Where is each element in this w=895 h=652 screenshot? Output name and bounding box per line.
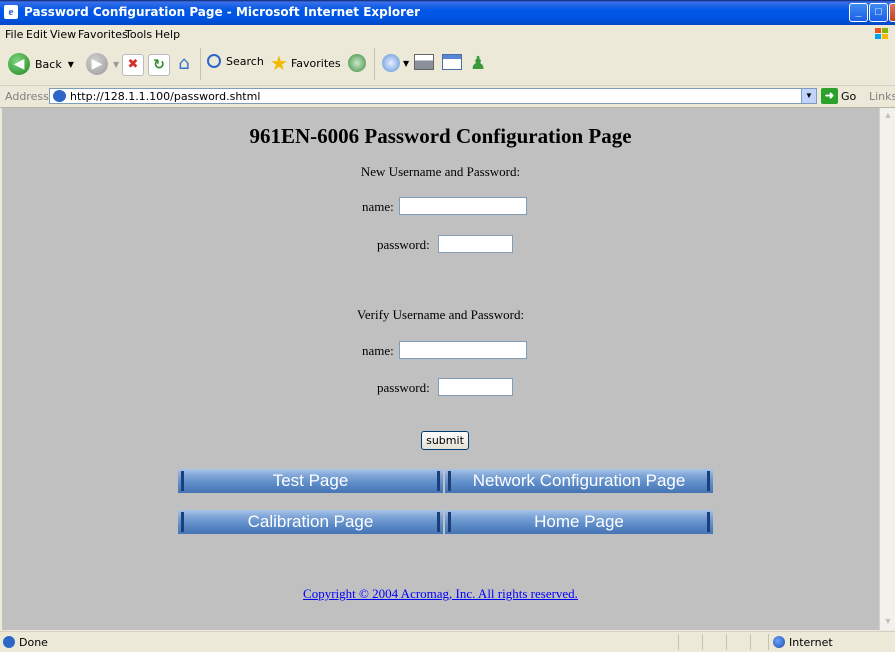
favorites-icon: ★ — [270, 51, 288, 75]
refresh-button[interactable]: ↻ — [148, 54, 170, 76]
windows-logo-icon — [875, 28, 888, 39]
forward-icon: ▶ — [86, 53, 108, 75]
menu-file[interactable]: File — [5, 28, 23, 41]
messenger-button[interactable]: ♟ — [470, 53, 486, 74]
back-button[interactable]: ◀ Back ▼ — [8, 53, 74, 75]
copyright-link[interactable]: Copyright © 2004 Acromag, Inc. All right… — [2, 586, 879, 602]
history-button[interactable] — [348, 54, 366, 72]
window-title: Password Configuration Page - Microsoft … — [24, 5, 421, 19]
status-text: Done — [19, 636, 48, 649]
title-bar: e Password Configuration Page - Microsof… — [0, 0, 895, 25]
back-label: Back — [35, 57, 62, 71]
calibration-page-button[interactable]: Calibration Page — [178, 510, 443, 534]
verify-name-input[interactable] — [399, 341, 527, 359]
forward-dropdown-icon[interactable]: ▼ — [113, 60, 119, 69]
links-button[interactable]: Links — [869, 90, 895, 103]
back-dropdown-icon[interactable]: ▼ — [68, 60, 74, 69]
address-url[interactable]: http://128.1.1.100/password.shtml — [70, 90, 260, 103]
submit-button[interactable]: submit — [421, 431, 469, 450]
print-icon — [414, 54, 434, 70]
page-content: 961EN-6006 Password Configuration Page N… — [2, 108, 879, 630]
home-icon: ⌂ — [178, 53, 190, 74]
home-button[interactable]: ⌂ — [174, 54, 194, 74]
verify-name-label: name: — [362, 343, 394, 358]
favorites-label: Favorites — [290, 56, 341, 70]
status-bar: Done Internet — [0, 631, 895, 652]
mail-dropdown-icon[interactable]: ▼ — [403, 59, 409, 68]
internet-zone-icon — [773, 636, 785, 648]
address-input[interactable]: http://128.1.1.100/password.shtml ▼ — [49, 88, 817, 104]
security-zone-label: Internet — [789, 636, 833, 649]
menu-bar: File Edit View Favorites Tools Help — [0, 25, 895, 45]
ie-app-icon[interactable]: e — [4, 5, 18, 19]
verify-credentials-heading: Verify Username and Password: — [356, 307, 525, 322]
search-label: Search — [226, 54, 264, 68]
network-configuration-button[interactable]: Network Configuration Page — [445, 469, 713, 493]
scroll-up-icon[interactable]: ▲ — [882, 110, 894, 122]
menu-view[interactable]: View — [50, 28, 76, 41]
page-heading: 961EN-6006 Password Configuration Page — [249, 124, 632, 148]
address-bar: Address http://128.1.1.100/password.shtm… — [0, 86, 895, 108]
refresh-icon: ↻ — [148, 54, 170, 76]
new-name-label: name: — [362, 199, 394, 214]
verify-password-label: password: — [377, 380, 430, 395]
address-dropdown-icon[interactable]: ▼ — [801, 89, 816, 103]
new-credentials-heading: New Username and Password: — [360, 164, 521, 179]
forward-button[interactable]: ▶ ▼ — [86, 53, 119, 75]
page-done-icon — [3, 636, 15, 648]
stop-button[interactable]: ✖ — [122, 54, 144, 76]
minimize-button[interactable]: _ — [849, 3, 868, 22]
menu-tools[interactable]: Tools — [125, 28, 152, 41]
scroll-down-icon[interactable]: ▼ — [882, 616, 894, 628]
edit-icon — [442, 54, 462, 70]
new-name-input[interactable] — [399, 197, 527, 215]
print-button[interactable] — [414, 54, 434, 70]
menu-help[interactable]: Help — [155, 28, 180, 41]
vertical-scrollbar[interactable]: ▲ ▼ — [879, 108, 895, 630]
menu-edit[interactable]: Edit — [26, 28, 47, 41]
close-button[interactable]: X — [889, 3, 895, 22]
test-page-button[interactable]: Test Page — [178, 469, 443, 493]
edit-button[interactable] — [442, 54, 462, 70]
mail-icon — [382, 54, 400, 72]
favorites-button[interactable]: ★ Favorites — [270, 53, 341, 73]
go-arrow-icon[interactable]: ➜ — [821, 88, 838, 104]
back-icon: ◀ — [8, 53, 30, 75]
history-icon — [348, 54, 366, 72]
page-icon — [53, 90, 66, 102]
home-page-button[interactable]: Home Page — [445, 510, 713, 534]
address-label: Address — [5, 90, 49, 103]
new-password-label: password: — [377, 237, 430, 252]
menu-favorites[interactable]: Favorites — [78, 28, 128, 41]
maximize-button[interactable]: □ — [869, 3, 888, 22]
go-button[interactable]: Go — [841, 90, 856, 103]
verify-password-input[interactable] — [438, 378, 513, 396]
search-button[interactable]: Search — [207, 54, 264, 68]
new-password-input[interactable] — [438, 235, 513, 253]
mail-button[interactable]: ▼ — [382, 54, 409, 72]
stop-icon: ✖ — [122, 54, 144, 76]
search-icon — [207, 54, 221, 68]
messenger-icon: ♟ — [470, 53, 487, 74]
